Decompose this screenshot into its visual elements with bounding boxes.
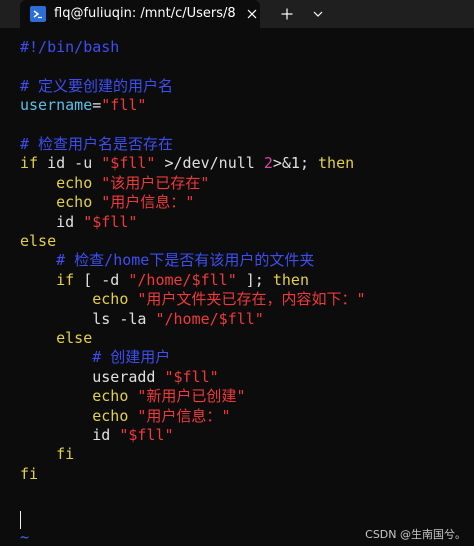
code-token: then — [318, 154, 355, 173]
code-token: "$fll" — [101, 154, 156, 173]
code-token: #!/bin/bash — [20, 38, 120, 56]
code-line: echo "新用户已创建" — [20, 387, 245, 406]
close-tab-button[interactable] — [242, 4, 262, 24]
watermark: CSDN @生南国兮。 — [365, 528, 466, 541]
code-line: id "$fll" — [20, 426, 174, 445]
terminal-tab[interactable]: flq@fuliuqin: /mnt/c/Users/8 — [20, 0, 260, 28]
code-token: >/dev/null — [155, 154, 264, 173]
code-token: useradd — [20, 367, 165, 386]
code-line: else — [20, 329, 92, 348]
close-icon — [247, 9, 257, 19]
code-token: echo — [20, 290, 138, 309]
code-line: # 检查/home下是否有该用户的文件夹 — [20, 251, 314, 270]
code-line: useradd "$fll" — [20, 367, 219, 387]
terminal-buffer[interactable]: #!/bin/bash # 定义要创建的用户名 username="fll" # 检查… — [0, 28, 474, 546]
code-token: # 创建用户 — [20, 348, 171, 367]
code-line: fi — [20, 465, 38, 484]
code-token: "新用户已创建" — [137, 387, 246, 406]
code-token: "用户文件夹已存在，内容如下：" — [137, 290, 366, 309]
code-line: # 创建用户 — [20, 348, 170, 367]
code-token: username — [20, 96, 93, 115]
plus-icon — [281, 8, 293, 20]
code-token: >&1; — [272, 154, 319, 173]
code-token: echo — [20, 193, 102, 212]
code-line: # 检查用户名是否存在 — [20, 135, 173, 154]
code-token: "该用户已存在" — [101, 173, 210, 192]
code-token: echo — [20, 406, 138, 425]
code-line: echo "用户信息：" — [20, 407, 230, 426]
code-token: else — [20, 329, 93, 347]
code-token: id -u — [38, 154, 102, 173]
scrollbar[interactable] — [468, 28, 474, 520]
chevron-down-icon — [313, 11, 323, 17]
code-token: [ -d — [74, 270, 129, 289]
code-line: # 定义要创建的用户名 — [20, 77, 173, 96]
code-token: ls -la — [20, 309, 156, 328]
code-token: "$fll" — [83, 212, 138, 231]
empty-line-marker: ~ — [20, 528, 30, 546]
text-cursor — [20, 511, 21, 529]
code-token: if — [20, 270, 75, 289]
code-token: = — [92, 96, 102, 115]
terminal-icon — [30, 6, 46, 22]
code-token: "$fll" — [164, 367, 219, 386]
code-line: username="fll" — [20, 96, 146, 115]
code-token: # 检查/home下是否有该用户的文件夹 — [20, 251, 315, 270]
code-token: "用户信息：" — [137, 406, 231, 425]
code-token: else — [20, 232, 57, 250]
code-line: echo "用户信息：" — [20, 193, 194, 212]
code-token: then — [272, 270, 309, 289]
code-token: # 检查用户名是否存在 — [20, 135, 174, 153]
code-token: "$fll" — [119, 426, 174, 444]
code-line: else — [20, 232, 56, 251]
code-token: "/home/$fll" — [155, 309, 264, 328]
code-token: ]; — [236, 270, 273, 289]
code-line: if id -u "$fll" >/dev/null 2>&1; then — [20, 154, 354, 173]
new-tab-button[interactable] — [276, 4, 298, 24]
code-token: "用户信息：" — [101, 193, 195, 212]
code-token: "/home/$fll" — [128, 270, 237, 289]
code-line: fi — [20, 445, 74, 464]
code-token: echo — [20, 387, 138, 406]
code-line: #!/bin/bash — [20, 38, 119, 57]
tab-title: flq@fuliuqin: /mnt/c/Users/8 — [54, 6, 236, 21]
code-line: ls -la "/home/$fll" — [20, 310, 264, 329]
code-line: echo "用户文件夹已存在，内容如下：" — [20, 290, 365, 309]
code-token: id — [20, 212, 84, 231]
code-token: 2 — [263, 154, 273, 173]
tab-dropdown-button[interactable] — [308, 4, 328, 24]
code-line: if [ -d "/home/$fll" ]; then — [20, 271, 309, 290]
code-token: if — [20, 154, 39, 173]
code-line: id "$fll" — [20, 213, 137, 232]
code-line: echo "该用户已存在" — [20, 174, 209, 193]
code-token: "fll" — [101, 96, 147, 115]
code-token: fi — [20, 445, 75, 464]
code-token: id — [20, 426, 120, 444]
code-token: echo — [20, 173, 102, 192]
title-bar: flq@fuliuqin: /mnt/c/Users/8 — [0, 0, 474, 28]
code-token: # 定义要创建的用户名 — [20, 76, 174, 95]
code-token: fi — [20, 464, 39, 483]
